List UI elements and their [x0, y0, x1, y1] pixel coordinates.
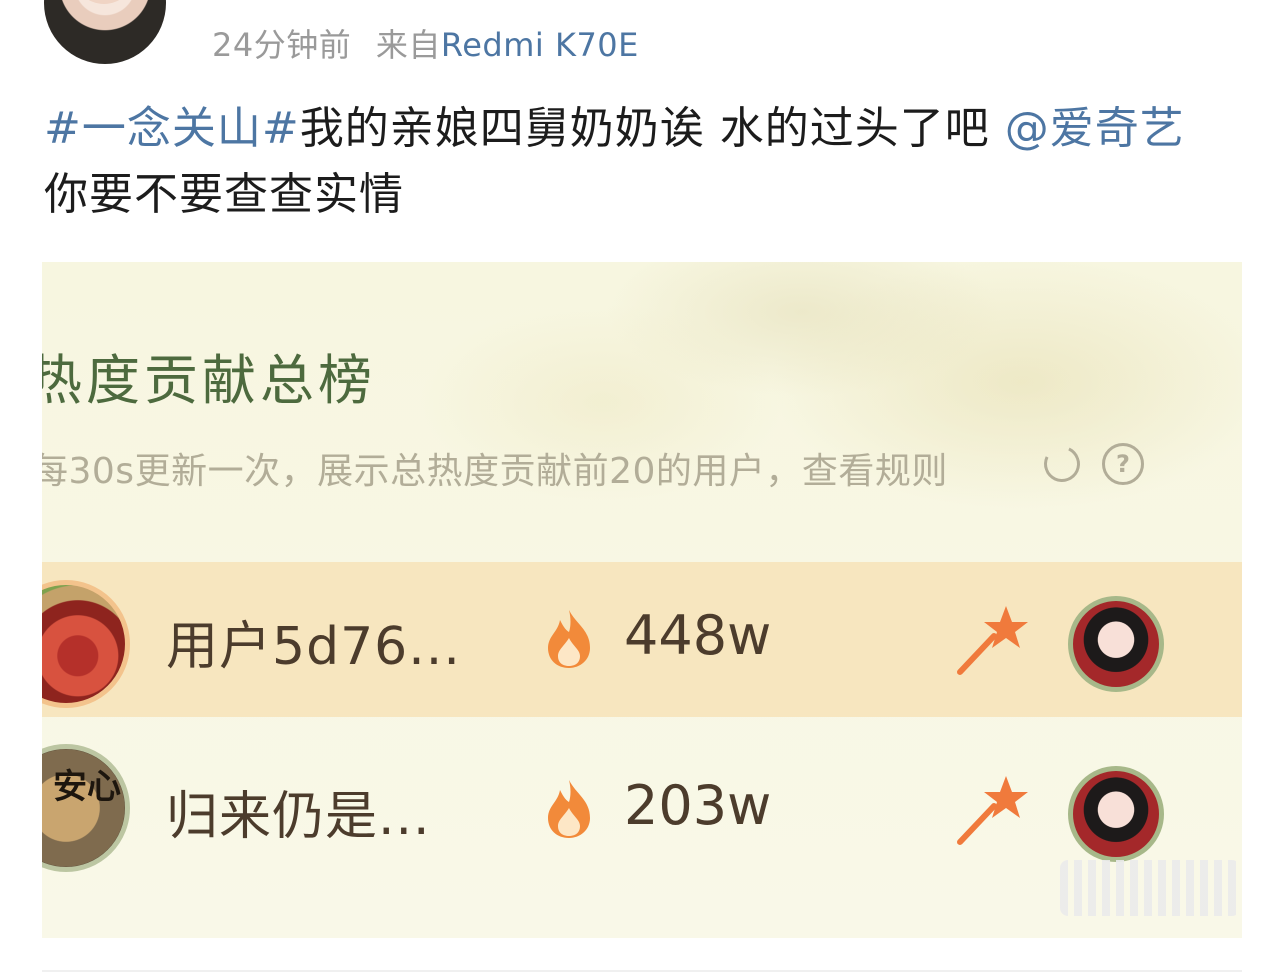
post-text-part1: 我的亲娘四舅奶奶诶 水的过头了吧	[299, 103, 1005, 154]
idol-avatar	[1068, 596, 1164, 692]
heat-value: 203w	[624, 774, 772, 837]
author-avatar[interactable]	[44, 0, 166, 64]
post-time: 24分钟前	[212, 26, 352, 64]
leaderboard-title: 热度贡献总榜	[42, 349, 376, 412]
magic-wand-icon	[957, 776, 1028, 845]
divider	[42, 970, 1242, 972]
avatar-text: 安心	[53, 767, 121, 807]
magic-wand-icon	[957, 606, 1028, 675]
user-name: 用户5d76...	[166, 617, 461, 677]
topic-link[interactable]: #一念关山#	[44, 103, 300, 154]
user-avatar	[42, 580, 130, 708]
post-image-card[interactable]: 热度贡献总榜 每30s更新一次，展示总热度贡献前20的用户，查看规则 ? 用户5…	[42, 262, 1242, 938]
user-name: 归来仍是...	[166, 787, 431, 847]
user-avatar: 安心	[42, 744, 130, 872]
image-watermark	[1060, 860, 1240, 916]
idol-avatar	[1068, 766, 1164, 862]
post-device[interactable]: Redmi K70E	[441, 26, 639, 64]
avatar-face	[74, 0, 134, 4]
post-meta: 24分钟前 来自Redmi K70E	[212, 20, 639, 66]
help-icon: ?	[1102, 443, 1144, 485]
leaderboard-row: 用户5d76... 448w	[42, 562, 1242, 717]
post-body: #一念关山#我的亲娘四舅奶奶诶 水的过头了吧 @爱奇艺 你要不要查查实情	[44, 96, 1224, 228]
post-text-part2: 你要不要查查实情	[44, 169, 404, 220]
leaderboard-subtitle: 每30s更新一次，展示总热度贡献前20的用户，查看规则	[42, 451, 948, 492]
post-source-prefix: 来自	[375, 26, 441, 64]
fire-icon	[548, 610, 590, 668]
refresh-icon	[1038, 440, 1086, 488]
mention-link[interactable]: @爱奇艺	[1005, 103, 1185, 154]
heat-value: 448w	[624, 604, 772, 667]
fire-icon	[548, 780, 590, 838]
